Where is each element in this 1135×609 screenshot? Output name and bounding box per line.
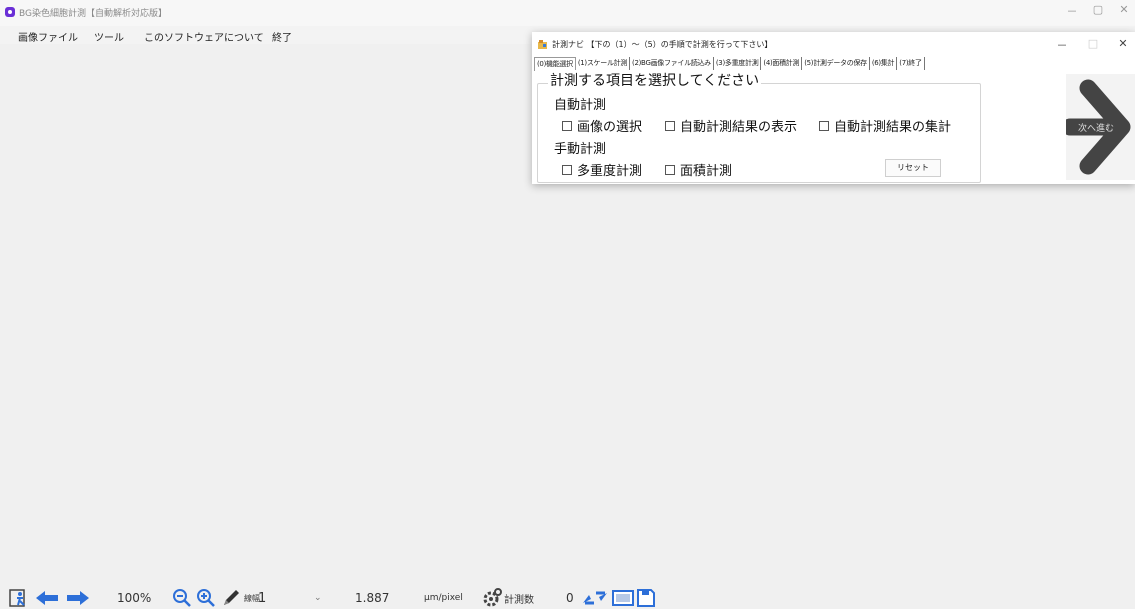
- line-width-value[interactable]: 1: [258, 588, 266, 608]
- checkbox[interactable]: [562, 164, 572, 175]
- tab-area[interactable]: (4)面積計測: [761, 57, 803, 70]
- navigator-icon: [538, 40, 547, 49]
- next-button[interactable]: 次へ進む: [1061, 74, 1135, 180]
- tab-scale[interactable]: (1)スケール計測: [576, 57, 631, 70]
- back-arrow-icon[interactable]: [36, 588, 58, 608]
- save-icon[interactable]: [636, 588, 656, 608]
- reset-button[interactable]: リセット: [885, 159, 941, 177]
- option-label: 面積計測: [680, 164, 733, 179]
- window-title: BG染色細胞計測【自動解析対応版】: [19, 9, 167, 19]
- menu-exit[interactable]: 終了: [272, 29, 292, 44]
- option-label: 自動計測結果の集計: [834, 120, 952, 135]
- count-label: 計測数: [504, 594, 534, 606]
- maximize-button[interactable]: ▢: [1086, 3, 1110, 16]
- window-titlebar: BG染色細胞計測【自動解析対応版】 － ▢ ✕: [0, 0, 1135, 26]
- zoom-out-icon[interactable]: [172, 588, 192, 608]
- checkbox[interactable]: [665, 164, 675, 175]
- dialog-titlebar: 計測ナビ 【下の（1）～（5）の手順で計測を行って下さい】 － □ ✕: [532, 32, 1135, 56]
- auto-section-label: 自動計測: [554, 98, 607, 113]
- image-icon[interactable]: [612, 588, 634, 608]
- option-label: 画像の選択: [577, 120, 643, 135]
- nav-tabs: (0)機能選択 (1)スケール計測 (2)BG画像ファイル読込み (3)多重度計…: [534, 57, 925, 71]
- dialog-minimize-button[interactable]: －: [1052, 37, 1072, 53]
- menu-tools[interactable]: ツール: [94, 29, 124, 44]
- zoom-in-icon[interactable]: [196, 588, 216, 608]
- option-area[interactable]: 面積計測: [665, 160, 732, 179]
- line-width-dropdown-icon[interactable]: ⌄: [314, 588, 322, 608]
- tab-function-select[interactable]: (0)機能選択: [534, 57, 576, 71]
- minimize-button[interactable]: －: [1060, 3, 1084, 19]
- selection-heading: 計測する項目を選択してください: [548, 70, 762, 90]
- dialog-title: 計測ナビ 【下の（1）～（5）の手順で計測を行って下さい】: [552, 40, 773, 49]
- tab-finish[interactable]: (7)終了: [897, 57, 925, 70]
- tab-multiplicity[interactable]: (3)多重度計測: [714, 57, 762, 70]
- zoom-level: 100%: [117, 591, 152, 605]
- checkbox[interactable]: [665, 120, 675, 131]
- option-show-auto-results[interactable]: 自動計測結果の表示: [665, 116, 797, 135]
- count-value: 0: [566, 591, 574, 605]
- manual-section-label: 手動計測: [554, 142, 607, 157]
- scale-value: 1.887: [355, 591, 390, 605]
- app-icon: [5, 7, 15, 17]
- close-button[interactable]: ✕: [1112, 3, 1135, 16]
- forward-arrow-icon[interactable]: [67, 588, 89, 608]
- option-multiplicity[interactable]: 多重度計測: [562, 160, 642, 179]
- measure-count-icon: [482, 588, 502, 608]
- tab-save-data[interactable]: (5)計測データの保存: [802, 57, 870, 70]
- tab-summary[interactable]: (6)集計: [870, 57, 898, 70]
- dialog-close-button[interactable]: ✕: [1113, 37, 1133, 50]
- menu-image-file[interactable]: 画像ファイル: [18, 29, 78, 44]
- dialog-maximize-button[interactable]: □: [1083, 37, 1103, 50]
- pointer-tool-icon[interactable]: [9, 588, 29, 608]
- scale-unit: μm/pixel: [424, 593, 463, 603]
- checkbox[interactable]: [819, 120, 829, 131]
- checkbox[interactable]: [562, 120, 572, 131]
- measurement-nav-dialog: 計測ナビ 【下の（1）～（5）の手順で計測を行って下さい】 － □ ✕ (0)機…: [532, 32, 1135, 184]
- tab-bg-image-load[interactable]: (2)BG画像ファイル読込み: [630, 57, 714, 70]
- option-aggregate-auto-results[interactable]: 自動計測結果の集計: [819, 116, 951, 135]
- menu-about[interactable]: このソフトウェアについて: [144, 29, 264, 44]
- next-label: 次へ進む: [1078, 124, 1115, 134]
- option-label: 多重度計測: [577, 164, 643, 179]
- option-select-image[interactable]: 画像の選択: [562, 116, 642, 135]
- bottom-toolbar: 100% 線幅 1 ⌄ 1.887 μm/pixel 計測数 0: [0, 586, 1135, 609]
- undo-redo-icon[interactable]: [581, 588, 611, 608]
- option-label: 自動計測結果の表示: [680, 120, 798, 135]
- pen-icon[interactable]: [221, 588, 241, 608]
